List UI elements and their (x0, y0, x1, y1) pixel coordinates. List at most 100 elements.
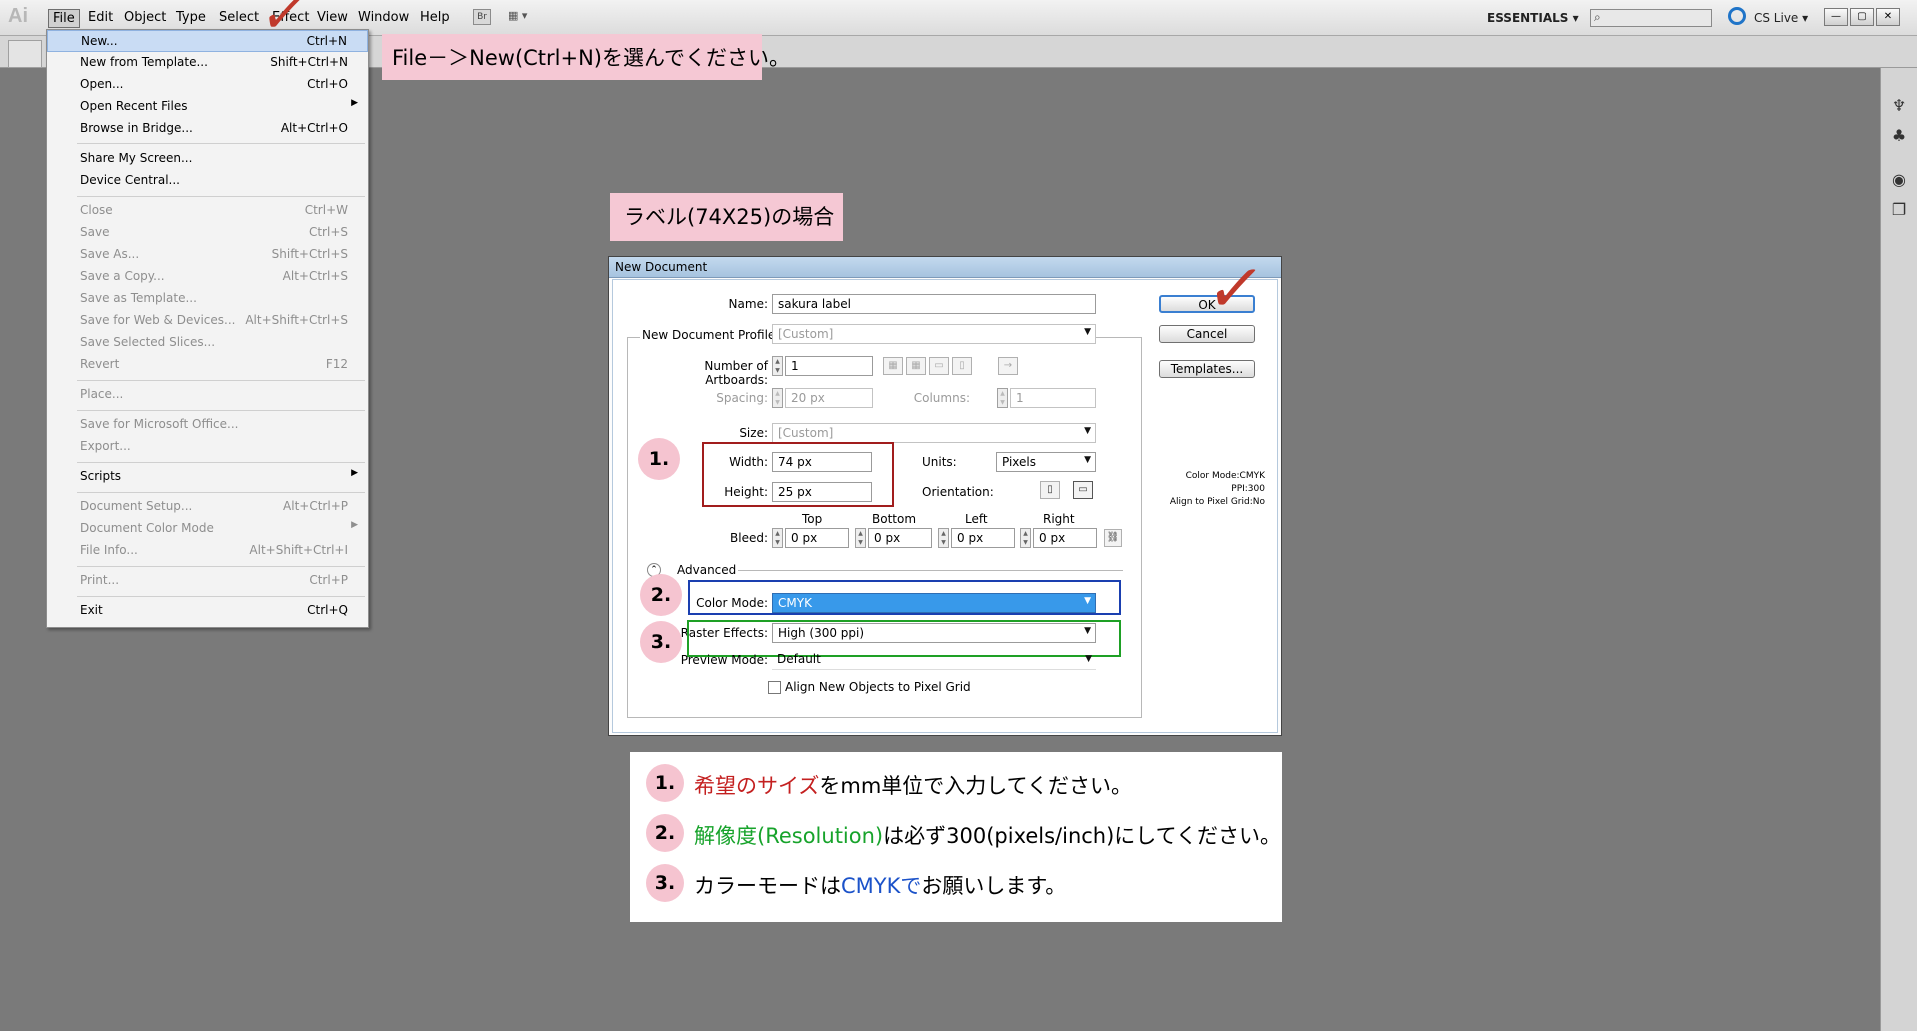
menu-item-label: Export... (80, 439, 131, 453)
spacing-input[interactable]: 20 px (785, 388, 873, 408)
menu-item-browse-bridge[interactable]: Browse in Bridge... Alt+Ctrl+O (47, 118, 368, 140)
artboards-input[interactable]: 1 (785, 356, 873, 376)
menu-item-save-copy[interactable]: Save a Copy... Alt+Ctrl+S (47, 266, 368, 288)
profile-select[interactable]: [Custom] ▼ (772, 324, 1096, 344)
menu-item-save-as[interactable]: Save As... Shift+Ctrl+S (47, 244, 368, 266)
layout-direction-icon[interactable]: → (998, 357, 1018, 375)
landscape-orientation-icon[interactable]: ▭ (1073, 481, 1093, 499)
menu-view[interactable]: View (317, 10, 348, 25)
bleed-bottom-stepper[interactable]: ▲ ▼ (855, 528, 866, 548)
menu-item-shortcut: Alt+Ctrl+S (282, 269, 348, 283)
close-button[interactable]: ✕ (1876, 8, 1900, 26)
menu-item-new-from-template[interactable]: New from Template... Shift+Ctrl+N (47, 52, 368, 74)
menu-item-save-template[interactable]: Save as Template... (47, 288, 368, 310)
bleed-bottom-input[interactable]: 0 px (868, 528, 932, 548)
size-select[interactable]: [Custom] ▼ (772, 423, 1096, 443)
menu-item-export[interactable]: Export... (47, 436, 368, 458)
menu-item-open[interactable]: Open... Ctrl+O (47, 74, 368, 96)
info-ppi: PPI:300 (1231, 484, 1265, 494)
menu-item-revert[interactable]: Revert F12 (47, 354, 368, 376)
menu-item-label: Save As... (80, 247, 140, 261)
templates-button[interactable]: Templates... (1159, 360, 1255, 378)
info-color-mode: Color Mode:CMYK (1185, 471, 1265, 481)
menu-item-document-setup[interactable]: Document Setup... Alt+Ctrl+P (47, 496, 368, 518)
menu-item-shortcut: Alt+Shift+Ctrl+S (245, 313, 348, 327)
bleed-right-input[interactable]: 0 px (1033, 528, 1097, 548)
layers-icon[interactable]: ❐ (1888, 200, 1910, 222)
brushes-icon[interactable]: ♣ (1888, 126, 1910, 148)
note-marker-2: 2. (646, 814, 684, 852)
arrange-by-column-icon[interactable]: ▯ (952, 357, 972, 375)
note-marker-1: 1. (646, 764, 684, 802)
menu-item-share-screen[interactable]: Share My Screen... (47, 148, 368, 170)
menu-item-print[interactable]: Print... Ctrl+P (47, 570, 368, 592)
menu-item-label: Save for Web & Devices... (80, 313, 236, 327)
bleed-left-label: Left (965, 512, 988, 526)
document-tab[interactable] (8, 40, 42, 68)
document-info: Color Mode:CMYK PPI:300 Align to Pixel G… (1140, 470, 1265, 509)
cs-live-menu[interactable]: CS Live ▾ (1754, 11, 1808, 25)
menu-item-save[interactable]: Save Ctrl+S (47, 222, 368, 244)
menu-help[interactable]: Help (420, 10, 450, 25)
minimize-button[interactable]: — (1824, 8, 1848, 26)
portrait-orientation-icon[interactable]: ▯ (1040, 481, 1060, 499)
bleed-right-stepper[interactable]: ▲ ▼ (1020, 528, 1031, 548)
menu-item-shortcut: Ctrl+Q (307, 603, 348, 617)
menu-item-file-info[interactable]: File Info... Alt+Shift+Ctrl+I (47, 540, 368, 562)
note-line-1: 希望のサイズをmm単位で入力してください。 (694, 770, 1132, 800)
units-select[interactable]: Pixels ▼ (996, 452, 1096, 472)
bleed-left-stepper[interactable]: ▲ ▼ (938, 528, 949, 548)
bleed-top-input[interactable]: 0 px (785, 528, 849, 548)
menu-item-label: Revert (80, 357, 120, 371)
menu-item-new[interactable]: New... Ctrl+N (47, 30, 368, 52)
spacing-stepper[interactable]: ▲ ▼ (772, 388, 783, 408)
units-value: Pixels (1002, 455, 1037, 469)
menu-item-document-color-mode[interactable]: Document Color Mode ▶ (47, 518, 368, 540)
menu-type[interactable]: Type (176, 10, 206, 25)
note-line-3: カラーモードはCMYKでお願いします。 (694, 870, 1066, 900)
menu-item-close[interactable]: Close Ctrl+W (47, 200, 368, 222)
menu-select[interactable]: Select (219, 10, 259, 25)
profile-value: [Custom] (778, 327, 834, 341)
maximize-button[interactable]: ▢ (1850, 8, 1874, 26)
workspace-switcher[interactable]: ESSENTIALS ▾ (1487, 11, 1579, 25)
menu-item-save-office[interactable]: Save for Microsoft Office... (47, 414, 368, 436)
bridge-button[interactable]: Br (473, 9, 491, 25)
grid-by-row-icon[interactable]: ▦ (883, 357, 903, 375)
menu-object[interactable]: Object (124, 10, 166, 25)
columns-input[interactable]: 1 (1010, 388, 1096, 408)
link-bleed-icon[interactable]: ⛓ (1104, 529, 1122, 547)
menu-item-save-slices[interactable]: Save Selected Slices... (47, 332, 368, 354)
cs-live-icon[interactable] (1728, 7, 1746, 25)
menu-item-label: Scripts (80, 469, 122, 483)
submenu-arrow-icon: ▶ (351, 468, 358, 478)
arrange-by-row-icon[interactable]: ▭ (929, 357, 949, 375)
menu-divider (77, 380, 365, 381)
menu-window[interactable]: Window (358, 10, 409, 25)
menu-edit[interactable]: Edit (88, 10, 113, 25)
menu-item-open-recent[interactable]: Open Recent Files ▶ (47, 96, 368, 118)
marker-2: 2. (640, 574, 682, 616)
bleed-top-stepper[interactable]: ▲ ▼ (772, 528, 783, 548)
columns-label: Columns: (913, 391, 970, 405)
columns-stepper[interactable]: ▲ ▼ (997, 388, 1008, 408)
menu-item-device-central[interactable]: Device Central... (47, 170, 368, 192)
menu-item-place[interactable]: Place... (47, 384, 368, 406)
menu-item-shortcut: Ctrl+S (308, 225, 348, 239)
menu-item-save-web[interactable]: Save for Web & Devices... Alt+Shift+Ctrl+… (47, 310, 368, 332)
symbols-icon[interactable]: ♆ (1888, 96, 1910, 118)
grid-by-column-icon[interactable]: ▦ (906, 357, 926, 375)
menu-item-scripts[interactable]: Scripts ▶ (47, 466, 368, 488)
bleed-left-input[interactable]: 0 px (951, 528, 1015, 548)
search-input[interactable] (1590, 9, 1712, 27)
appearance-icon[interactable]: ◉ (1888, 170, 1910, 192)
menu-item-exit[interactable]: Exit Ctrl+Q (47, 600, 368, 622)
preview-mode-select[interactable]: Default ▼ (772, 652, 1096, 670)
menu-file[interactable]: File (48, 9, 80, 28)
artboards-stepper[interactable]: ▲ ▼ (772, 356, 783, 376)
cancel-button[interactable]: Cancel (1159, 325, 1255, 343)
align-pixel-grid-checkbox[interactable] (768, 681, 781, 694)
name-input[interactable]: sakura label (772, 294, 1096, 314)
spacing-label: Spacing: (716, 391, 768, 405)
arrange-documents-icon[interactable]: ▦ ▾ (508, 9, 538, 25)
